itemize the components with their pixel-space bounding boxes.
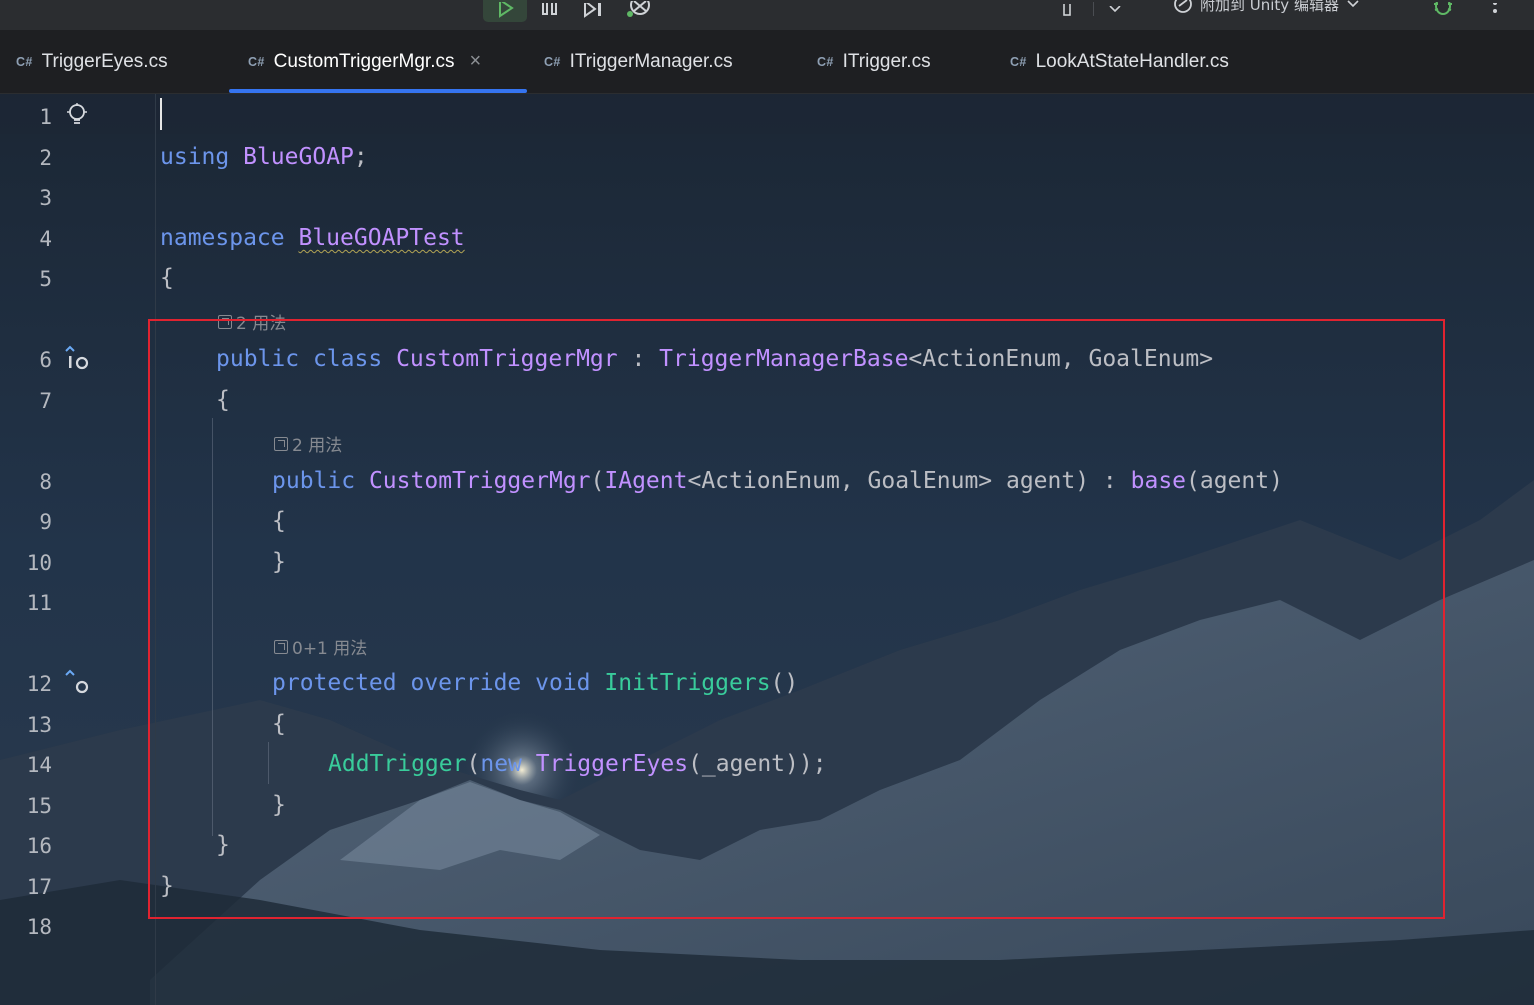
line-number: 5 xyxy=(39,267,52,291)
csharp-file-icon: C# xyxy=(1010,54,1027,69)
tab-label: TriggerEyes.cs xyxy=(41,50,168,72)
tab-look-at-state-handler[interactable]: C# LookAtStateHandler.cs xyxy=(1010,30,1229,93)
line-number: 7 xyxy=(39,389,52,413)
chevron-down-icon xyxy=(1109,6,1121,13)
tab-label: CustomTriggerMgr.cs xyxy=(273,50,455,72)
namespace-name: BlueGOAPTest xyxy=(298,225,465,251)
step-icon xyxy=(584,3,601,18)
line-number: 12 xyxy=(26,672,52,696)
run-button[interactable] xyxy=(483,0,527,22)
highlight-annotation-box xyxy=(148,319,1445,919)
line-number: 14 xyxy=(26,753,52,777)
code-line-5[interactable]: { xyxy=(160,265,174,291)
lightbulb-icon[interactable] xyxy=(66,102,88,133)
panel-icon xyxy=(1063,4,1071,16)
pause-button[interactable] xyxy=(537,0,563,22)
keyword: using xyxy=(160,144,230,170)
run-icon xyxy=(499,2,514,18)
line-number: 13 xyxy=(26,713,52,737)
more-vert-icon xyxy=(1493,3,1497,13)
attach-unity-button[interactable]: 附加到 Unity 编辑器 xyxy=(1172,0,1361,15)
overrides-method-icon[interactable] xyxy=(63,668,93,701)
tab-itrigger-manager[interactable]: C# ITriggerManager.cs xyxy=(544,30,733,93)
tab-label: ITriggerManager.cs xyxy=(569,50,733,72)
close-icon[interactable]: × xyxy=(469,50,481,73)
toolbar-separator xyxy=(1093,2,1094,16)
line-number: 8 xyxy=(39,470,52,494)
current-line-highlight xyxy=(0,94,1534,134)
keyword: namespace xyxy=(160,225,285,251)
line-number: 6 xyxy=(39,348,52,372)
implemented-interface-icon[interactable] xyxy=(63,344,93,377)
csharp-file-icon: C# xyxy=(248,54,265,69)
tab-label: LookAtStateHandler.cs xyxy=(1035,50,1229,72)
csharp-file-icon: C# xyxy=(16,54,33,69)
tab-custom-trigger-mgr[interactable]: C# CustomTriggerMgr.cs × xyxy=(248,30,481,93)
top-toolbar: 附加到 Unity 编辑器 xyxy=(0,0,1534,30)
debug-button[interactable] xyxy=(1428,0,1458,22)
code-line-4[interactable]: namespace BlueGOAPTest xyxy=(160,225,465,251)
line-number: 11 xyxy=(26,591,52,615)
config-dropdown[interactable] xyxy=(1105,0,1125,22)
attach-label: 附加到 Unity 编辑器 xyxy=(1200,0,1339,14)
csharp-file-icon: C# xyxy=(544,54,561,69)
editor-tab-bar: C# TriggerEyes.cs C# CustomTriggerMgr.cs… xyxy=(0,30,1534,94)
code-line-2[interactable]: using BlueGOAP; xyxy=(160,144,368,170)
csharp-file-icon: C# xyxy=(817,54,834,69)
line-number: 4 xyxy=(39,227,52,251)
more-button[interactable] xyxy=(1484,0,1506,22)
line-number: 9 xyxy=(39,510,52,534)
bug-icon xyxy=(1434,2,1452,15)
line-number: 15 xyxy=(26,794,52,818)
line-number: 3 xyxy=(39,186,52,210)
attach-icon xyxy=(1174,0,1192,13)
active-tab-indicator xyxy=(229,89,527,93)
namespace-ref: BlueGOAP xyxy=(243,144,354,170)
line-number: 18 xyxy=(26,915,52,939)
debug-unity-button[interactable] xyxy=(623,0,657,22)
chevron-down-icon xyxy=(1347,0,1359,8)
line-number: 2 xyxy=(39,146,52,170)
tab-itrigger[interactable]: C# ITrigger.cs xyxy=(817,30,931,93)
line-number: 16 xyxy=(26,834,52,858)
tab-label: ITrigger.cs xyxy=(842,50,931,72)
text-caret xyxy=(160,98,162,130)
line-number: 1 xyxy=(39,105,52,129)
debug-unity-icon xyxy=(627,1,650,17)
punctuation: ; xyxy=(353,144,368,170)
line-number: 10 xyxy=(26,551,52,575)
layout-button[interactable] xyxy=(1058,0,1076,22)
line-number: 17 xyxy=(26,875,52,899)
pause-icon xyxy=(542,3,557,15)
tab-trigger-eyes[interactable]: C# TriggerEyes.cs xyxy=(16,30,168,93)
step-button[interactable] xyxy=(580,0,610,22)
